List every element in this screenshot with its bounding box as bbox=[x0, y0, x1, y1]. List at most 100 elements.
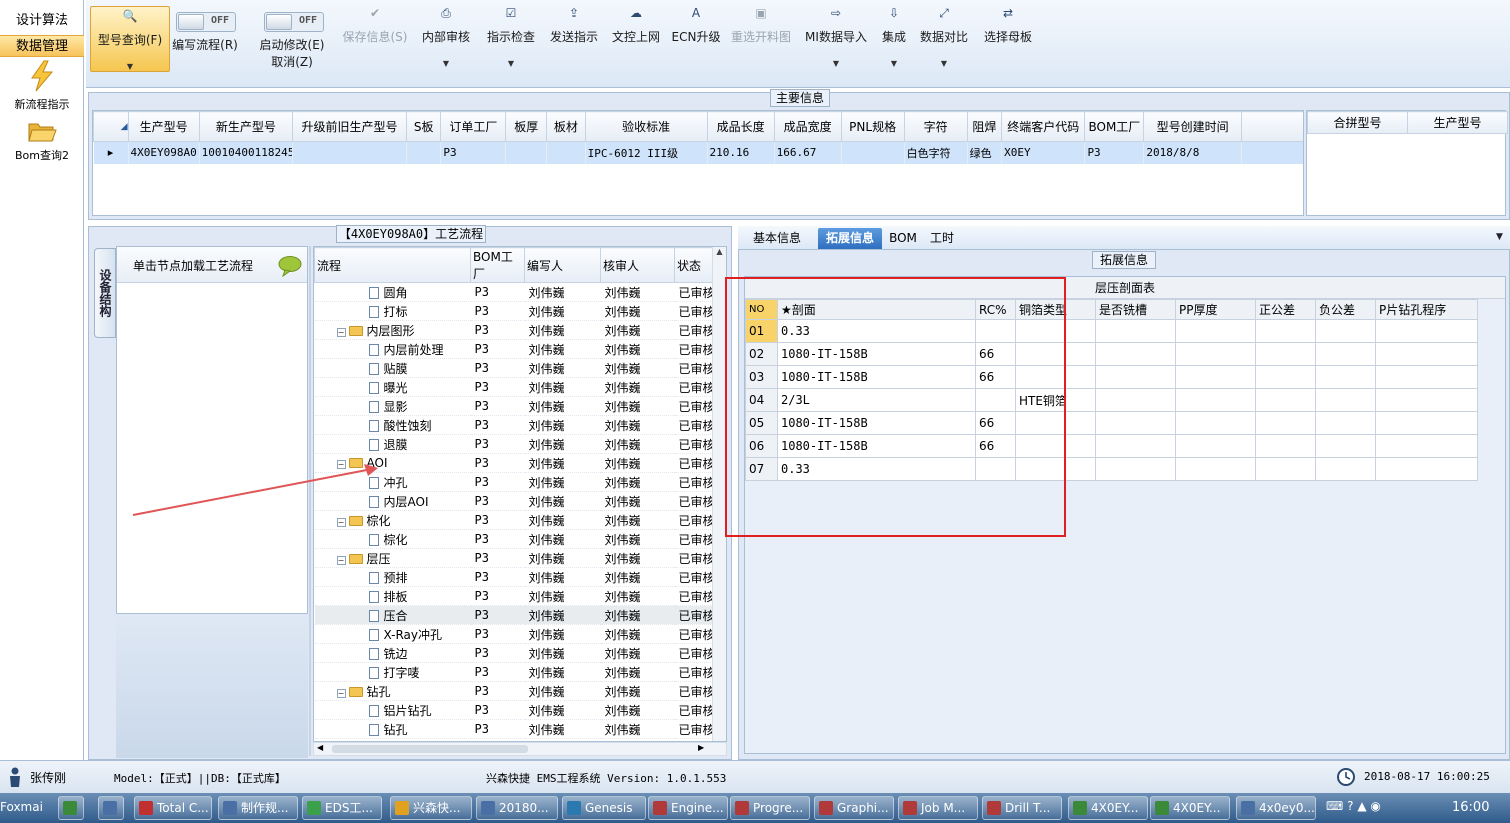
main-col-header[interactable]: 验收标准 bbox=[584, 111, 708, 142]
tabs-menu-icon[interactable]: ▼ bbox=[1496, 232, 1503, 242]
lam-cell[interactable] bbox=[1375, 388, 1478, 412]
main-col-header[interactable]: 成品宽度 bbox=[773, 111, 842, 142]
tree-row[interactable]: 钻孔 P3 刘伟巍 刘伟巍 已审核 bbox=[314, 719, 715, 739]
taskbar-item[interactable]: 4X0EY... bbox=[1150, 796, 1230, 820]
tree-row[interactable]: 排板 P3 刘伟巍 刘伟巍 已审核 bbox=[314, 586, 715, 606]
taskbar-item[interactable]: 4X0EY... bbox=[1068, 796, 1148, 820]
main-col-header[interactable]: BOM工厂 bbox=[1084, 111, 1145, 142]
lam-cell[interactable] bbox=[1375, 342, 1478, 366]
col-writer[interactable]: 编写人 bbox=[524, 247, 601, 283]
table-cell[interactable] bbox=[841, 141, 905, 164]
lam-cell[interactable] bbox=[1095, 411, 1176, 435]
nav-data-management[interactable]: 数据管理 bbox=[0, 35, 84, 57]
tree-row[interactable]: − 内层图形 P3 刘伟巍 刘伟巍 已审核 bbox=[314, 320, 715, 340]
table-cell[interactable]: P3 bbox=[1084, 141, 1145, 164]
ecn-upgrade-button[interactable]: A ECN升级 bbox=[670, 4, 722, 82]
production-model-header[interactable]: 生产型号 bbox=[1407, 111, 1508, 134]
main-col-header[interactable]: 升级前旧生产型号 bbox=[292, 111, 407, 142]
taskbar-item[interactable] bbox=[58, 796, 84, 820]
lam-cell[interactable] bbox=[1315, 434, 1376, 458]
lam-cell[interactable] bbox=[1375, 434, 1478, 458]
taskbar-item[interactable] bbox=[98, 796, 124, 820]
lam-cell[interactable] bbox=[1095, 388, 1176, 412]
nav-bom-query[interactable]: Bom查询2 bbox=[0, 118, 84, 163]
main-col-header[interactable]: 字符 bbox=[903, 111, 968, 142]
upload-button[interactable]: ☁ 文控上网 bbox=[608, 4, 664, 82]
main-col-header[interactable]: 阻焊 bbox=[966, 111, 1003, 142]
main-col-header[interactable]: 板材 bbox=[546, 111, 586, 142]
tree-row[interactable]: 内层前处理 P3 刘伟巍 刘伟巍 已审核 bbox=[314, 339, 715, 359]
table-cell[interactable]: X0EY bbox=[1001, 141, 1086, 164]
lam-col-header[interactable]: PP厚度 bbox=[1175, 299, 1256, 320]
tab-3[interactable]: 工时 bbox=[924, 228, 960, 249]
shield-icon[interactable]: ◉ bbox=[1370, 799, 1380, 813]
lam-cell[interactable] bbox=[1255, 365, 1316, 389]
taskbar-item[interactable]: Engine... bbox=[648, 796, 728, 820]
table-cell[interactable]: 绿色 bbox=[967, 141, 1003, 164]
tab-1[interactable]: 拓展信息 bbox=[818, 228, 882, 249]
lam-cell[interactable] bbox=[1315, 411, 1376, 435]
col-reviewer[interactable]: 核审人 bbox=[600, 247, 675, 283]
lam-cell[interactable] bbox=[1315, 319, 1376, 343]
collapse-icon[interactable]: − bbox=[336, 327, 346, 337]
scroll-left-icon[interactable]: ◀ bbox=[317, 743, 323, 752]
lam-cell[interactable] bbox=[1375, 457, 1478, 481]
tree-row[interactable]: 退膜 P3 刘伟巍 刘伟巍 已审核 bbox=[314, 434, 715, 454]
taskbar-clock[interactable]: 16:00 bbox=[1452, 800, 1489, 815]
lam-cell[interactable] bbox=[1175, 411, 1256, 435]
main-col-header[interactable]: 终端客户代码 bbox=[1001, 111, 1086, 142]
system-tray[interactable]: ⌨ ? ▲ ◉ bbox=[1326, 799, 1381, 813]
tree-row[interactable]: X-Ray冲孔 P3 刘伟巍 刘伟巍 已审核 bbox=[314, 624, 715, 644]
collapse-icon[interactable]: − bbox=[336, 555, 346, 565]
tree-scrollbar[interactable]: ▲ bbox=[712, 247, 726, 741]
main-col-header[interactable]: 板厚 bbox=[505, 111, 548, 142]
collapse-icon[interactable]: − bbox=[336, 688, 346, 698]
table-cell[interactable]: P3 bbox=[440, 141, 507, 164]
table-cell[interactable]: 白色字符 bbox=[904, 141, 968, 164]
lam-cell[interactable] bbox=[1315, 457, 1376, 481]
taskbar-item[interactable]: Drill T... bbox=[982, 796, 1062, 820]
model-query-button[interactable]: 🔍 型号查询(F) ▼ bbox=[90, 6, 170, 72]
tree-row[interactable]: 曝光 P3 刘伟巍 刘伟巍 已审核 bbox=[314, 377, 715, 397]
taskbar-item[interactable]: Progre... bbox=[730, 796, 810, 820]
merge-model-header[interactable]: 合拼型号 bbox=[1307, 111, 1408, 134]
lam-col-header[interactable]: 负公差 bbox=[1315, 299, 1376, 320]
taskbar-item[interactable]: Foxmail bbox=[0, 796, 42, 820]
main-col-header[interactable]: PNL规格 bbox=[840, 111, 905, 142]
table-cell[interactable] bbox=[292, 141, 407, 164]
lam-cell[interactable] bbox=[1255, 319, 1316, 343]
lam-cell[interactable] bbox=[1255, 434, 1316, 458]
write-flow-toggle[interactable]: OFF bbox=[176, 12, 236, 32]
hscroll-thumb[interactable] bbox=[332, 745, 528, 753]
table-cell[interactable]: 10010400118245 bbox=[199, 141, 294, 164]
main-col-header[interactable]: 新生产型号 bbox=[198, 111, 294, 142]
device-structure-tab[interactable]: 设备结构 bbox=[94, 248, 116, 338]
tree-row[interactable]: 圆角 P3 刘伟巍 刘伟巍 已审核 bbox=[314, 282, 715, 302]
lam-cell[interactable] bbox=[1255, 388, 1316, 412]
tree-row[interactable]: − 钻孔 P3 刘伟巍 刘伟巍 已审核 bbox=[314, 681, 715, 701]
scroll-right-icon[interactable]: ▶ bbox=[698, 743, 704, 752]
mi-import-button[interactable]: ⇨ MI数据导入 ▼ bbox=[802, 4, 870, 82]
table-cell[interactable] bbox=[406, 141, 442, 164]
lam-cell[interactable] bbox=[1255, 457, 1316, 481]
lam-cell[interactable] bbox=[1095, 319, 1176, 343]
lam-cell[interactable] bbox=[1315, 388, 1376, 412]
data-compare-button[interactable]: ⤢ 数据对比 ▼ bbox=[916, 4, 972, 82]
lam-cell[interactable] bbox=[1375, 319, 1478, 343]
taskbar-item[interactable]: 兴森快... bbox=[390, 796, 472, 820]
internal-review-button[interactable]: ⎙ 内部审核 ▼ bbox=[418, 4, 474, 82]
table-row[interactable]: ▸ 4X0EY098A0 10010400118245 P3 IPC-6012 III级… bbox=[93, 141, 1303, 164]
taskbar-item[interactable]: 制作规... bbox=[218, 796, 298, 820]
table-cell[interactable]: IPC-6012 III级 bbox=[585, 141, 708, 164]
tree-row[interactable]: 铝片钻孔 P3 刘伟巍 刘伟巍 已审核 bbox=[314, 700, 715, 720]
tree-row[interactable]: − 层压 P3 刘伟巍 刘伟巍 已审核 bbox=[314, 548, 715, 568]
lam-cell[interactable] bbox=[1095, 434, 1176, 458]
col-bom-factory[interactable]: BOM工厂 bbox=[470, 247, 525, 283]
table-cell[interactable]: 4X0EY098A0 bbox=[128, 141, 200, 164]
lam-cell[interactable] bbox=[1175, 319, 1256, 343]
tree-row[interactable]: 贴膜 P3 刘伟巍 刘伟巍 已审核 bbox=[314, 358, 715, 378]
tree-row[interactable]: 显影 P3 刘伟巍 刘伟巍 已审核 bbox=[314, 396, 715, 416]
main-col-header[interactable]: 成品长度 bbox=[706, 111, 775, 142]
taskbar-item[interactable]: 20180... bbox=[476, 796, 558, 820]
network-icon[interactable]: ▲ bbox=[1357, 799, 1366, 813]
